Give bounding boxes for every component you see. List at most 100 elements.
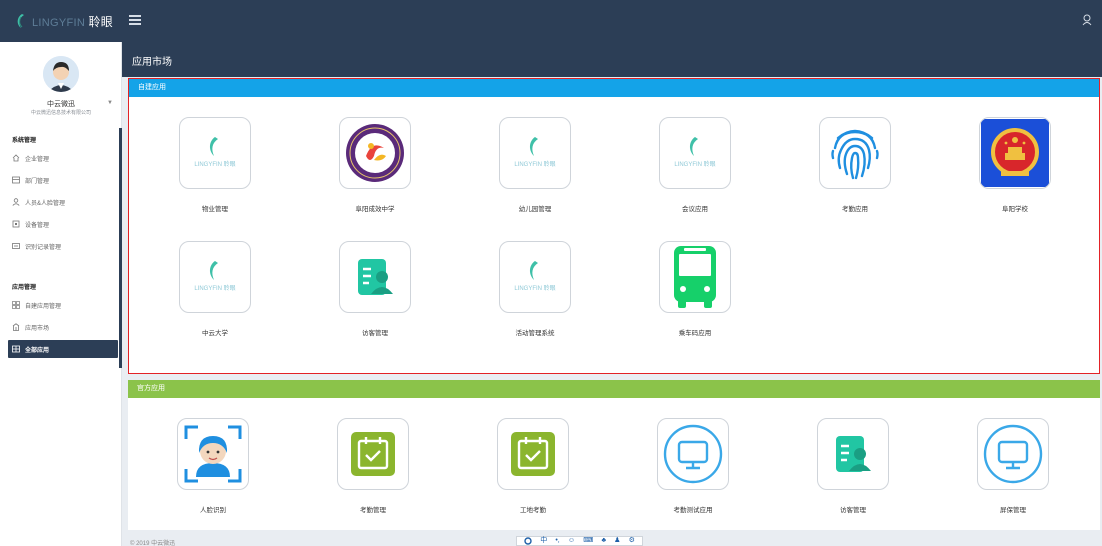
page-title: 应用市场 [132,57,172,68]
records-icon [12,243,20,249]
chevron-down-icon[interactable]: ▼ [107,100,113,106]
app-tile[interactable]: 考勤应用 [818,117,892,213]
app-tile[interactable]: LINGYFIN 聆眼 活动管理系统 [498,241,572,337]
ime-tools-icon[interactable]: ♟ [614,537,620,545]
sidebar: 中云微迅 ▼ 中云微迅信息技术有限公司 系统管理 企业管理 部门管理 人员&人脸… [0,42,122,546]
sidebar-item-enterprise[interactable]: 企业管理 [8,149,118,167]
home-icon [12,154,20,162]
sidebar-item-device[interactable]: 设备管理 [8,215,118,233]
app-label: 乘车码应用 [678,330,712,337]
sidebar-item-label: 人员&人脸管理 [25,200,66,207]
footer-copyright: © 2019 中云微迅 [130,541,176,546]
sidebar-scrollbar[interactable] [119,128,122,368]
teal-leaf-logo-icon [17,14,24,28]
lingyfin-logo-icon: LINGYFIN 聆眼 [514,261,556,292]
user-company: 中云微迅信息技术有限公司 [30,110,91,116]
ime-settings-icon[interactable]: ⚙ [629,537,635,545]
apps-icon [12,345,20,353]
svg-text:LINGYFIN 聆眼: LINGYFIN 聆眼 [194,284,235,292]
sidebar-item-records[interactable]: 识别记录管理 [8,237,118,255]
official-apps-header: 官方应用 [128,380,1100,398]
national-emblem-icon [981,119,1049,187]
menu-toggle-icon[interactable] [129,15,141,27]
app-label: 物业管理 [202,206,228,213]
sidebar-item-app-store[interactable]: 应用市场 [8,318,118,336]
svg-text:LINGYFIN 聆眼: LINGYFIN 聆眼 [674,160,715,168]
app-label: 访客管理 [362,330,388,337]
ime-toolbar[interactable]: 中 •, ☺ ⌨ ♣ ♟ ⚙ [516,536,643,546]
svg-text:LINGYFIN 聆眼: LINGYFIN 聆眼 [194,160,235,168]
visitor-badge-icon [836,436,871,472]
face-recognition-icon [184,425,242,483]
app-label: 会议应用 [682,206,708,213]
app-tile[interactable]: 阜阳学校 [978,117,1052,213]
lingyfin-logo-icon: LINGYFIN 聆眼 [674,137,716,168]
app-label: 考勤应用 [842,206,868,213]
calendar-check-icon [351,432,395,476]
app-tile[interactable]: 屏保管理 [976,418,1050,514]
app-label: 活动管理系统 [515,330,555,337]
app-tile[interactable]: 考勤测试应用 [656,418,730,514]
app-tile[interactable]: 乘车码应用 [658,241,732,337]
avatar[interactable] [43,56,79,92]
app-label: 考勤测试应用 [673,507,713,514]
ime-chinese-mode-icon[interactable]: 中 [540,537,547,545]
ime-keyboard-icon[interactable]: ⌨ [583,537,593,545]
app-tile[interactable]: LINGYFIN 聆眼 中云大学 [178,241,252,337]
app-label: 中云大学 [202,330,228,337]
visitor-badge-icon [358,259,393,295]
sidebar-section-system: 系统管理 [12,138,37,144]
grid-icon [12,301,20,309]
app-label: 访客管理 [840,507,866,514]
calendar-check-icon [511,432,555,476]
sidebar-item-own-apps[interactable]: 自建应用管理 [8,296,118,314]
app-tile[interactable]: 访客管理 [338,241,412,337]
user-name[interactable]: 中云微迅 [0,99,122,109]
person-icon [12,198,20,206]
sidebar-item-person-face[interactable]: 人员&人脸管理 [8,193,118,211]
sidebar-item-department[interactable]: 部门管理 [8,171,118,189]
own-apps-header: 自建应用 [129,79,1099,97]
device-icon [12,220,20,228]
app-label: 人脸识别 [200,507,226,514]
official-apps-panel: 官方应用 人脸识别 考勤管理 工地考勤 考勤测试应用 访客管理 屏保管理 [128,380,1100,530]
ime-skin-icon[interactable]: ♣ [601,537,606,545]
app-label: 幼儿园管理 [518,206,552,213]
monitor-icon [983,424,1043,484]
sidebar-item-label: 应用市场 [25,325,50,332]
sidebar-item-label: 识别记录管理 [25,244,62,251]
sidebar-item-label: 部门管理 [25,178,50,185]
sidebar-item-label: 企业管理 [25,156,50,163]
sidebar-item-all-apps[interactable]: 全部应用 [8,340,118,358]
sidebar-section-apps: 应用管理 [12,285,37,291]
app-label: 屏保管理 [1000,507,1026,514]
user-account-icon[interactable] [1082,14,1092,26]
app-label: 考勤管理 [360,507,386,514]
ime-logo-icon[interactable] [524,537,532,545]
bus-icon [674,246,716,308]
own-apps-panel: 自建应用 LINGYFIN 聆眼 物业管理 阜阳成效中学 LINGYFIN 聆眼… [128,78,1100,374]
fingerprint-icon [831,129,879,180]
app-tile[interactable]: 人脸识别 [176,418,250,514]
sidebar-item-label: 自建应用管理 [25,303,62,310]
lingyfin-logo-icon: LINGYFIN 聆眼 [514,137,556,168]
ime-punctuation-icon[interactable]: •, [555,537,559,545]
app-tile[interactable]: LINGYFIN 聆眼 幼儿园管理 [498,117,572,213]
page-header: 应用市场 [122,42,1102,77]
app-label: 阜阳学校 [1002,206,1028,213]
monitor-icon [663,424,723,484]
store-icon [12,323,20,331]
app-tile[interactable]: 阜阳成效中学 [338,117,412,213]
app-tile[interactable]: LINGYFIN 聆眼 会议应用 [658,117,732,213]
brand-logo[interactable]: LINGYFIN 聆眼 [0,0,122,42]
brand-name: LINGYFIN 聆眼 [32,14,114,29]
app-tile[interactable]: 工地考勤 [496,418,570,514]
app-tile[interactable]: 访客管理 [816,418,890,514]
app-tile[interactable]: 考勤管理 [336,418,410,514]
app-tile[interactable]: LINGYFIN 聆眼 物业管理 [178,117,252,213]
svg-text:LINGYFIN 聆眼: LINGYFIN 聆眼 [514,284,555,292]
sidebar-item-label: 设备管理 [25,222,50,229]
app-label: 阜阳成效中学 [355,206,395,213]
ime-emoji-icon[interactable]: ☺ [568,537,575,545]
department-icon [12,176,20,184]
